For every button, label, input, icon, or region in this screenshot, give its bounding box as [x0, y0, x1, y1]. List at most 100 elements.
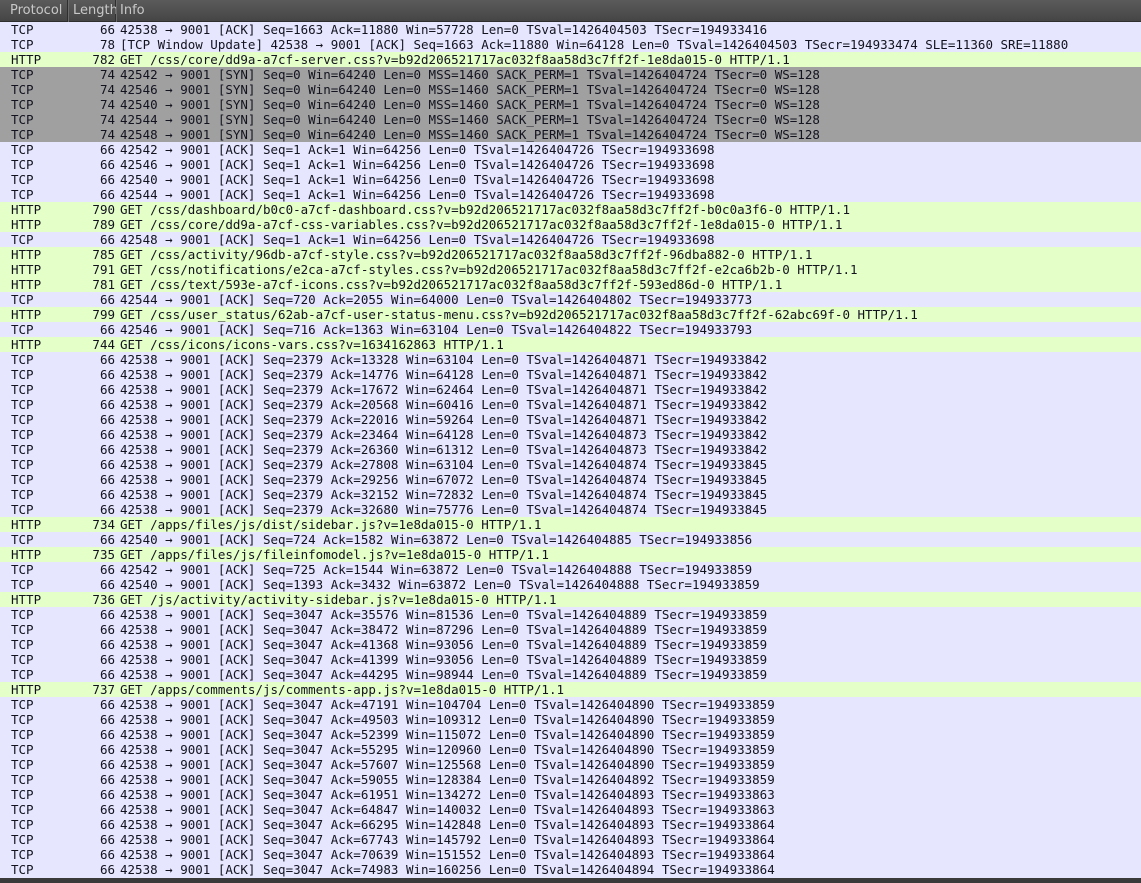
packet-protocol: TCP: [11, 787, 34, 802]
packet-row[interactable]: TCP 66 42538 → 9001 [ACK] Seq=1663 Ack=118…: [0, 22, 1141, 37]
packet-row[interactable]: TCP 66 42538 → 9001 [ACK] Seq=2379 Ack=234…: [0, 427, 1141, 442]
packet-row[interactable]: TCP 66 42544 → 9001 [ACK] Seq=1 Ack=1 Win=…: [0, 187, 1141, 202]
packet-protocol: TCP: [11, 817, 34, 832]
packet-info: 42538 → 9001 [ACK] Seq=3047 Ack=49503 Wi…: [120, 712, 775, 727]
packet-row[interactable]: TCP 66 42540 → 9001 [ACK] Seq=724 Ack=1582…: [0, 532, 1141, 547]
packet-row[interactable]: TCP 66 42538 → 9001 [ACK] Seq=2379 Ack=176…: [0, 382, 1141, 397]
packet-row[interactable]: HTTP 734 GET /apps/files/js/dist/sidebar.j…: [0, 517, 1141, 532]
packet-row[interactable]: TCP 66 42538 → 9001 [ACK] Seq=3047 Ack=677…: [0, 832, 1141, 847]
packet-list: TCP 66 42538 → 9001 [ACK] Seq=1663 Ack=118…: [0, 22, 1141, 877]
packet-row[interactable]: TCP 66 42538 → 9001 [ACK] Seq=3047 Ack=413…: [0, 637, 1141, 652]
packet-row[interactable]: TCP 66 42538 → 9001 [ACK] Seq=3047 Ack=706…: [0, 847, 1141, 862]
packet-length: 74: [99, 127, 115, 142]
packet-row[interactable]: HTTP 744 GET /css/icons/icons-vars.css?v=1…: [0, 337, 1141, 352]
packet-row[interactable]: TCP 66 42538 → 9001 [ACK] Seq=2379 Ack=147…: [0, 367, 1141, 382]
packet-row[interactable]: HTTP 781 GET /css/text/593e-a7cf-icons.css…: [0, 277, 1141, 292]
packet-length: 66: [99, 457, 115, 472]
packet-protocol: TCP: [11, 442, 34, 457]
packet-row[interactable]: HTTP 789 GET /css/core/dd9a-a7cf-css-varia…: [0, 217, 1141, 232]
packet-length: 66: [99, 22, 115, 37]
packet-protocol: TCP: [11, 22, 34, 37]
packet-row[interactable]: HTTP 799 GET /css/user_status/62ab-a7cf-us…: [0, 307, 1141, 322]
packet-row[interactable]: HTTP 736 GET /js/activity/activity-sidebar…: [0, 592, 1141, 607]
packet-info: 42542 → 9001 [ACK] Seq=725 Ack=1544 Win=…: [120, 562, 753, 577]
packet-row[interactable]: HTTP 782 GET /css/core/dd9a-a7cf-server.cs…: [0, 52, 1141, 67]
packet-row[interactable]: TCP 66 42538 → 9001 [ACK] Seq=3047 Ack=749…: [0, 862, 1141, 877]
packet-row[interactable]: TCP 66 42546 → 9001 [ACK] Seq=1 Ack=1 Win=…: [0, 157, 1141, 172]
packet-row[interactable]: TCP 66 42538 → 9001 [ACK] Seq=2379 Ack=220…: [0, 412, 1141, 427]
packet-row[interactable]: HTTP 737 GET /apps/comments/js/comments-ap…: [0, 682, 1141, 697]
packet-row[interactable]: TCP 66 42538 → 9001 [ACK] Seq=3047 Ack=471…: [0, 697, 1141, 712]
packet-row[interactable]: TCP 66 42538 → 9001 [ACK] Seq=3047 Ack=442…: [0, 667, 1141, 682]
packet-row[interactable]: TCP 66 42540 → 9001 [ACK] Seq=1393 Ack=343…: [0, 577, 1141, 592]
packet-info: 42538 → 9001 [ACK] Seq=3047 Ack=35576 Wi…: [120, 607, 768, 622]
packet-row[interactable]: TCP 66 42542 → 9001 [ACK] Seq=1 Ack=1 Win=…: [0, 142, 1141, 157]
packet-row[interactable]: HTTP 785 GET /css/activity/96db-a7cf-style…: [0, 247, 1141, 262]
packet-row[interactable]: TCP 66 42542 → 9001 [ACK] Seq=725 Ack=1544…: [0, 562, 1141, 577]
packet-row[interactable]: TCP 66 42538 → 9001 [ACK] Seq=2379 Ack=263…: [0, 442, 1141, 457]
packet-length: 66: [99, 562, 115, 577]
packet-length: 66: [99, 382, 115, 397]
packet-protocol: TCP: [11, 712, 34, 727]
packet-row[interactable]: TCP 66 42538 → 9001 [ACK] Seq=3047 Ack=576…: [0, 757, 1141, 772]
packet-protocol: TCP: [11, 382, 34, 397]
packet-protocol: TCP: [11, 652, 34, 667]
packet-info: 42538 → 9001 [ACK] Seq=3047 Ack=47191 Wi…: [120, 697, 775, 712]
packet-row[interactable]: TCP 74 42540 → 9001 [SYN] Seq=0 Win=64240 …: [0, 97, 1141, 112]
packet-row[interactable]: TCP 66 42538 → 9001 [ACK] Seq=3047 Ack=495…: [0, 712, 1141, 727]
packet-row[interactable]: TCP 66 42538 → 9001 [ACK] Seq=3047 Ack=384…: [0, 622, 1141, 637]
packet-protocol: TCP: [11, 637, 34, 652]
packet-row[interactable]: TCP 66 42540 → 9001 [ACK] Seq=1 Ack=1 Win=…: [0, 172, 1141, 187]
packet-length: 66: [99, 187, 115, 202]
packet-info: [TCP Window Update] 42538 → 9001 [ACK] S…: [120, 37, 1069, 52]
packet-row[interactable]: TCP 74 42546 → 9001 [SYN] Seq=0 Win=64240 …: [0, 82, 1141, 97]
packet-length: 66: [99, 442, 115, 457]
packet-protocol: TCP: [11, 847, 34, 862]
column-header-length[interactable]: Length: [68, 0, 118, 22]
packet-row[interactable]: TCP 66 42538 → 9001 [ACK] Seq=3047 Ack=590…: [0, 772, 1141, 787]
packet-protocol: TCP: [11, 322, 34, 337]
packet-row[interactable]: TCP 66 42538 → 9001 [ACK] Seq=2379 Ack=278…: [0, 457, 1141, 472]
packet-length: 66: [99, 817, 115, 832]
packet-protocol: TCP: [11, 772, 34, 787]
packet-row[interactable]: TCP 66 42538 → 9001 [ACK] Seq=3047 Ack=619…: [0, 787, 1141, 802]
packet-row[interactable]: TCP 66 42538 → 9001 [ACK] Seq=2379 Ack=133…: [0, 352, 1141, 367]
packet-protocol: TCP: [11, 457, 34, 472]
packet-length: 66: [99, 802, 115, 817]
packet-info: 42538 → 9001 [ACK] Seq=3047 Ack=59055 Wi…: [120, 772, 775, 787]
packet-row[interactable]: TCP 66 42538 → 9001 [ACK] Seq=3047 Ack=662…: [0, 817, 1141, 832]
packet-length: 66: [99, 502, 115, 517]
packet-row[interactable]: TCP 66 42538 → 9001 [ACK] Seq=3047 Ack=552…: [0, 742, 1141, 757]
packet-length: 66: [99, 352, 115, 367]
packet-row[interactable]: TCP 66 42546 → 9001 [ACK] Seq=716 Ack=1363…: [0, 322, 1141, 337]
packet-row[interactable]: TCP 66 42544 → 9001 [ACK] Seq=720 Ack=2055…: [0, 292, 1141, 307]
packet-info: 42546 → 9001 [ACK] Seq=716 Ack=1363 Win=…: [120, 322, 753, 337]
packet-row[interactable]: TCP 66 42538 → 9001 [ACK] Seq=2379 Ack=321…: [0, 487, 1141, 502]
packet-length: 66: [99, 532, 115, 547]
packet-row[interactable]: TCP 66 42538 → 9001 [ACK] Seq=2379 Ack=292…: [0, 472, 1141, 487]
packet-protocol: TCP: [11, 757, 34, 772]
packet-row[interactable]: TCP 66 42538 → 9001 [ACK] Seq=3047 Ack=648…: [0, 802, 1141, 817]
packet-row[interactable]: TCP 66 42538 → 9001 [ACK] Seq=2379 Ack=326…: [0, 502, 1141, 517]
packet-row[interactable]: TCP 74 42544 → 9001 [SYN] Seq=0 Win=64240 …: [0, 112, 1141, 127]
packet-row[interactable]: TCP 66 42548 → 9001 [ACK] Seq=1 Ack=1 Win=…: [0, 232, 1141, 247]
packet-length: 66: [99, 577, 115, 592]
packet-row[interactable]: TCP 66 42538 → 9001 [ACK] Seq=2379 Ack=205…: [0, 397, 1141, 412]
packet-row[interactable]: TCP 66 42538 → 9001 [ACK] Seq=3047 Ack=523…: [0, 727, 1141, 742]
packet-row[interactable]: TCP 66 42538 → 9001 [ACK] Seq=3047 Ack=355…: [0, 607, 1141, 622]
packet-row[interactable]: TCP 78 [TCP Window Update] 42538 → 9001 [A…: [0, 37, 1141, 52]
packet-row[interactable]: HTTP 735 GET /apps/files/js/fileinfomodel.…: [0, 547, 1141, 562]
column-header-protocol[interactable]: Protocol: [5, 0, 68, 22]
packet-row[interactable]: HTTP 790 GET /css/dashboard/b0c0-a7cf-dash…: [0, 202, 1141, 217]
packet-protocol: HTTP: [11, 217, 42, 232]
packet-row[interactable]: HTTP 791 GET /css/notifications/e2ca-a7cf-…: [0, 262, 1141, 277]
packet-info: 42538 → 9001 [ACK] Seq=2379 Ack=22016 Wi…: [120, 412, 768, 427]
packet-length: 66: [99, 322, 115, 337]
packet-row[interactable]: TCP 66 42538 → 9001 [ACK] Seq=3047 Ack=413…: [0, 652, 1141, 667]
horizontal-scrollbar[interactable]: [0, 878, 1141, 883]
packet-row[interactable]: TCP 74 42548 → 9001 [SYN] Seq=0 Win=64240 …: [0, 127, 1141, 142]
column-header-info[interactable]: Info: [116, 0, 1141, 22]
packet-info: 42538 → 9001 [ACK] Seq=3047 Ack=57607 Wi…: [120, 757, 775, 772]
packet-row[interactable]: TCP 74 42542 → 9001 [SYN] Seq=0 Win=64240 …: [0, 67, 1141, 82]
packet-info: GET /css/core/dd9a-a7cf-server.css?v=b92…: [120, 52, 790, 67]
